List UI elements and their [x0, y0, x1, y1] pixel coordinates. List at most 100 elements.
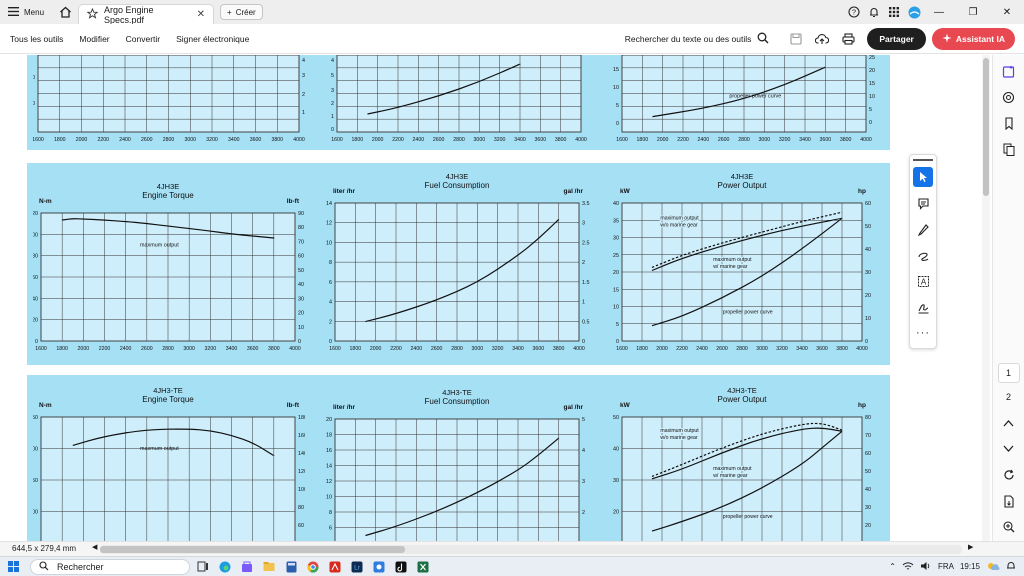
- windows-start-icon[interactable]: [4, 558, 22, 576]
- y-tick-label-left: 50: [613, 415, 619, 421]
- share-button[interactable]: Partager: [867, 27, 926, 50]
- acrobat-window: Menu Argo Engine Specs.pdf ✕ + Créer ? —…: [0, 0, 1024, 576]
- document-tab[interactable]: Argo Engine Specs.pdf ✕: [78, 4, 215, 25]
- chart-title: Power Output: [718, 395, 768, 404]
- select-cursor-icon[interactable]: [913, 167, 933, 187]
- search-tools[interactable]: Rechercher du texte ou des outils: [625, 32, 770, 46]
- taskbar-search[interactable]: Rechercher: [30, 558, 190, 575]
- horizontal-scroll-thumb[interactable]: [100, 546, 405, 553]
- add-text-icon[interactable]: A: [913, 271, 933, 291]
- edge-browser-icon[interactable]: [216, 558, 234, 576]
- refresh-icon[interactable]: [999, 465, 1019, 485]
- network-icon[interactable]: [902, 561, 914, 573]
- home-icon[interactable]: [52, 0, 78, 24]
- x-tick-label: 2800: [738, 137, 750, 143]
- pages-thumbnails-icon[interactable]: [999, 139, 1019, 159]
- chart-jh3te-fuel: 4JH3-TEFuel Consumption liter /hr gal /hr 1…: [326, 388, 585, 541]
- ai-summary-icon[interactable]: [999, 61, 1019, 81]
- y-tick-label-left: 60: [33, 275, 38, 281]
- hamburger-icon: [8, 6, 19, 18]
- chart-jh3e-torque: 4JH3EEngine TorqueN-m lb-ft1600 1800 2000 22…: [33, 182, 304, 352]
- profile-avatar-icon[interactable]: [906, 4, 922, 20]
- y-tick-label-left: 20: [613, 510, 619, 516]
- clock[interactable]: 19:15: [960, 562, 980, 571]
- page-number-current[interactable]: 1: [997, 363, 1020, 383]
- drag-handle[interactable]: [913, 159, 933, 161]
- tiktok-icon[interactable]: [392, 558, 410, 576]
- ai-assistant-button[interactable]: Assistant IA: [931, 27, 1015, 50]
- vertical-scroll-thumb[interactable]: [983, 58, 989, 196]
- y-tick-label-left: 20: [613, 270, 619, 276]
- y-tick-label-left: 14: [326, 201, 332, 207]
- maximize-button[interactable]: ❐: [956, 0, 990, 24]
- highlight-pen-icon[interactable]: [913, 219, 933, 239]
- chart-annotation: maxmum output: [140, 242, 179, 248]
- zoom-in-icon[interactable]: [999, 517, 1019, 537]
- main-toolbar: Tous les outils Modifier Convertir Signe…: [0, 24, 1024, 54]
- y-tick-label-left: 0: [616, 121, 619, 127]
- y-tick-label-right: 60: [298, 254, 304, 260]
- tool-edit[interactable]: Modifier: [79, 34, 109, 44]
- language-indicator[interactable]: FRA: [938, 562, 954, 571]
- y-tick-label-right: 2.5: [582, 240, 590, 246]
- chart-top-torque: 1600 1800 2000 2200 2400 2600 2800 3000 3200 3400…: [33, 55, 305, 143]
- horizontal-scrollbar[interactable]: [100, 545, 962, 554]
- file-explorer-icon[interactable]: [260, 558, 278, 576]
- bookmark-icon[interactable]: [999, 113, 1019, 133]
- menu-button[interactable]: Menu: [0, 0, 52, 24]
- chart-ylabel-right: gal /hr: [563, 188, 583, 195]
- acrobat-icon[interactable]: [326, 558, 344, 576]
- chart-annotation: w/ marine gear: [713, 264, 748, 270]
- tool-all-tools[interactable]: Tous les outils: [10, 34, 63, 44]
- y-tick-label-right: 0: [582, 339, 585, 345]
- tool-convert[interactable]: Convertir: [126, 34, 160, 44]
- chevron-down-icon[interactable]: [999, 439, 1019, 459]
- create-button[interactable]: + Créer: [220, 4, 263, 20]
- chart-ylabel-left: liter /hr: [333, 404, 356, 411]
- comment-icon[interactable]: [913, 193, 933, 213]
- print-icon[interactable]: [837, 28, 859, 50]
- tool-esign[interactable]: Signer électronique: [176, 34, 249, 44]
- photos-icon[interactable]: [370, 558, 388, 576]
- excel-icon[interactable]: [414, 558, 432, 576]
- x-tick-label: 3400: [512, 346, 524, 352]
- x-tick-label: 1800: [636, 346, 648, 352]
- chevron-up-icon[interactable]: [999, 413, 1019, 433]
- calculator-icon[interactable]: [282, 558, 300, 576]
- vertical-scrollbar[interactable]: [982, 55, 990, 541]
- taskbar-search-label: Rechercher: [57, 561, 104, 572]
- task-view-icon[interactable]: [194, 558, 212, 576]
- page-number-next[interactable]: 2: [998, 387, 1020, 407]
- bell-icon[interactable]: [866, 4, 882, 20]
- volume-icon[interactable]: [920, 561, 932, 573]
- comments-panel-icon[interactable]: [999, 87, 1019, 107]
- close-window-button[interactable]: ✕: [990, 0, 1024, 24]
- x-tick-label: 1800: [637, 137, 649, 143]
- weather-icon[interactable]: [986, 561, 1000, 573]
- document-viewport[interactable]: 1600 1800 2000 2200 2400 2600 2800 3000 3200 3400…: [0, 55, 982, 541]
- y-tick-label-right: 40: [302, 58, 305, 64]
- upload-cloud-icon[interactable]: [811, 28, 833, 50]
- sign-icon[interactable]: [913, 297, 933, 317]
- scroll-right-icon[interactable]: ▶: [968, 543, 973, 551]
- more-options-icon[interactable]: ···: [913, 323, 933, 343]
- x-tick-label: 2000: [372, 137, 384, 143]
- x-tick-label: 4000: [860, 137, 872, 143]
- freehand-draw-icon[interactable]: [913, 245, 933, 265]
- notification-icon[interactable]: [1006, 561, 1016, 573]
- x-tick-label: 3000: [472, 346, 484, 352]
- store-app-icon[interactable]: [238, 558, 256, 576]
- save-icon[interactable]: [785, 28, 807, 50]
- star-icon[interactable]: [86, 7, 99, 21]
- tray-expand-icon[interactable]: ⌃: [889, 562, 896, 571]
- minimize-button[interactable]: —: [922, 0, 956, 24]
- help-icon[interactable]: ?: [846, 4, 862, 20]
- scroll-left-icon[interactable]: ◀: [92, 543, 97, 551]
- chrome-icon[interactable]: [304, 558, 322, 576]
- x-tick-label: 1600: [616, 346, 628, 352]
- document-save-icon[interactable]: [999, 491, 1019, 511]
- close-tab-icon[interactable]: ✕: [197, 9, 205, 20]
- apps-grid-icon[interactable]: [886, 4, 902, 20]
- y-tick-label-right: 0: [869, 120, 872, 126]
- lightroom-icon[interactable]: Lr: [348, 558, 366, 576]
